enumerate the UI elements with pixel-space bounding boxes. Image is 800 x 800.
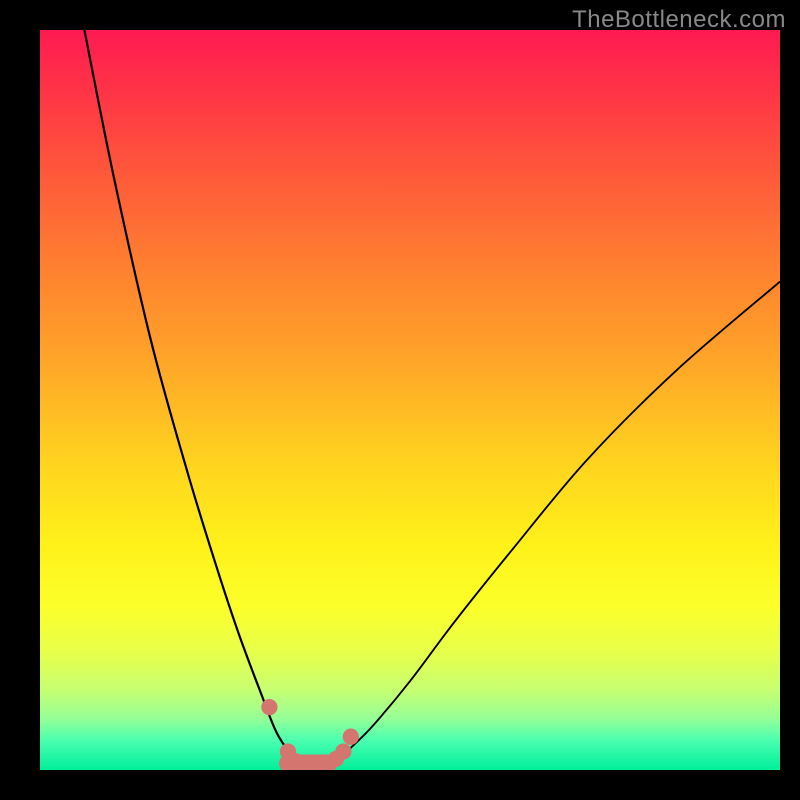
chart-svg bbox=[40, 30, 780, 770]
left-curve bbox=[84, 30, 302, 766]
valley-marker bbox=[261, 699, 277, 715]
valley-marker bbox=[335, 743, 351, 759]
plot-area bbox=[40, 30, 780, 770]
right-curve bbox=[336, 282, 780, 763]
chart-frame: TheBottleneck.com bbox=[0, 0, 800, 800]
valley-marker bbox=[343, 729, 359, 745]
valley-markers bbox=[261, 699, 359, 770]
